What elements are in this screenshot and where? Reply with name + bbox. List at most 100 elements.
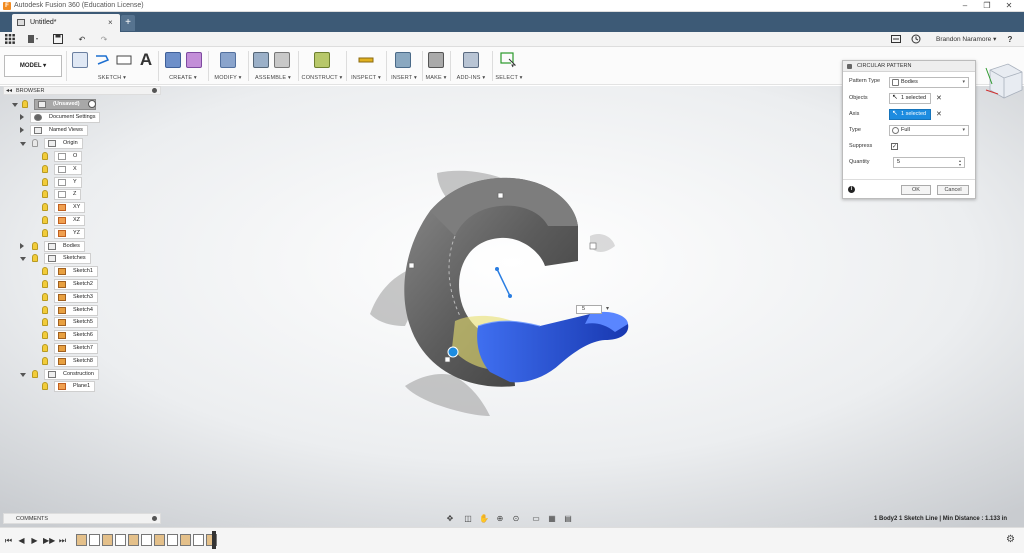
- z-axis-node[interactable]: Z: [54, 189, 82, 200]
- expand-icon[interactable]: [20, 127, 24, 133]
- browser-panel-header[interactable]: ◂◂ BROWSER: [3, 86, 161, 95]
- xz-plane-node[interactable]: XZ: [54, 215, 86, 226]
- visibility-bulb-icon[interactable]: [42, 293, 48, 301]
- cancel-button[interactable]: Cancel: [937, 185, 969, 195]
- info-icon[interactable]: i: [848, 186, 855, 193]
- quantity-stepper-icon[interactable]: ▴ ▾: [959, 159, 961, 167]
- visibility-bulb-icon[interactable]: [42, 357, 48, 365]
- tab-untitled[interactable]: Untitled* ×: [12, 14, 120, 32]
- marker-top[interactable]: [497, 192, 504, 199]
- 3d-print-icon[interactable]: [428, 52, 444, 68]
- close-window-button[interactable]: ✕: [998, 0, 1020, 12]
- visibility-bulb-icon[interactable]: [42, 152, 48, 160]
- inspect-group[interactable]: INSPECT ▾: [348, 47, 384, 85]
- comments-add-icon[interactable]: [152, 516, 157, 521]
- tree-origin-o[interactable]: O: [42, 151, 102, 162]
- press-pull-icon[interactable]: [220, 52, 236, 68]
- job-status-icon[interactable]: [890, 34, 902, 45]
- redo-button[interactable]: ↷: [98, 34, 110, 45]
- tree-sketch8[interactable]: Sketch8: [42, 356, 102, 367]
- look-at-icon[interactable]: ◫: [462, 513, 474, 524]
- visibility-bulb-icon[interactable]: [42, 318, 48, 326]
- tree-root[interactable]: (Unsaved): [12, 99, 102, 110]
- timeline-sweep-feature[interactable]: [193, 534, 204, 546]
- timeline-sketch-feature[interactable]: [102, 534, 113, 546]
- timeline-end-button[interactable]: ⏭: [58, 536, 67, 545]
- grid-menu-icon[interactable]: [4, 34, 16, 45]
- help-button[interactable]: ?: [1002, 34, 1018, 45]
- line-icon[interactable]: [94, 52, 110, 68]
- visibility-bulb-icon[interactable]: [32, 139, 38, 147]
- tree-sketch1[interactable]: Sketch1: [42, 266, 102, 277]
- tree-document-settings[interactable]: Document Settings: [20, 112, 110, 123]
- timeline-start-button[interactable]: ⏮: [4, 536, 13, 545]
- comments-panel-header[interactable]: COMMENTS: [3, 513, 161, 524]
- activate-radio-icon[interactable]: [88, 100, 96, 108]
- tree-sketch5[interactable]: Sketch5: [42, 317, 102, 328]
- visibility-bulb-icon[interactable]: [42, 306, 48, 314]
- rotate-handle-icon[interactable]: [447, 346, 459, 358]
- root-component[interactable]: (Unsaved): [34, 99, 96, 110]
- measure-icon[interactable]: [358, 52, 374, 68]
- visibility-bulb-icon[interactable]: [42, 280, 48, 288]
- tree-sketch3[interactable]: Sketch3: [42, 292, 102, 303]
- collapse-browser-icon[interactable]: ◂◂: [6, 87, 12, 94]
- timeline-sketch-feature[interactable]: [76, 534, 87, 546]
- pan-icon[interactable]: ✋: [478, 513, 490, 524]
- clear-objects-icon[interactable]: ✕: [936, 94, 942, 102]
- timeline-marker[interactable]: [212, 531, 216, 549]
- tree-plane-xz[interactable]: XZ: [42, 215, 102, 226]
- tree-sketch7[interactable]: Sketch7: [42, 343, 102, 354]
- expand-icon[interactable]: [12, 103, 18, 107]
- orbit-icon[interactable]: ✥: [444, 513, 456, 524]
- origin-node[interactable]: Origin: [44, 138, 83, 149]
- tree-plane-xy[interactable]: XY: [42, 202, 102, 213]
- tree-origin[interactable]: Origin: [20, 138, 110, 149]
- expand-icon[interactable]: [20, 257, 26, 261]
- objects-selector[interactable]: ↖ 1 selected: [889, 93, 931, 104]
- tree-construction[interactable]: Construction: [20, 369, 110, 380]
- timeline-sketch-feature[interactable]: [180, 534, 191, 546]
- visibility-bulb-icon[interactable]: [32, 242, 38, 250]
- sketch3-node[interactable]: Sketch3: [54, 292, 98, 303]
- marker-left[interactable]: [408, 262, 415, 269]
- marker-right[interactable]: [589, 242, 597, 250]
- x-axis-node[interactable]: X: [54, 164, 82, 175]
- workspace-switcher[interactable]: MODEL ▾: [4, 55, 62, 77]
- tree-bodies[interactable]: Bodies: [20, 241, 110, 252]
- sketch-group[interactable]: A SKETCH ▾: [68, 47, 156, 85]
- expand-icon[interactable]: [20, 373, 26, 377]
- browser-pin-icon[interactable]: [152, 88, 157, 93]
- xy-plane-node[interactable]: XY: [54, 202, 86, 213]
- timeline-extrude-feature[interactable]: [89, 534, 100, 546]
- sketch8-node[interactable]: Sketch8: [54, 356, 98, 367]
- visibility-bulb-icon[interactable]: [42, 165, 48, 173]
- viewports-icon[interactable]: ▤: [562, 513, 574, 524]
- tree-plane1[interactable]: Plane1: [42, 381, 102, 392]
- dialog-header[interactable]: CIRCULAR PATTERN: [843, 61, 975, 72]
- visibility-bulb-icon[interactable]: [42, 344, 48, 352]
- yz-plane-node[interactable]: YZ: [54, 228, 86, 239]
- modify-group[interactable]: MODIFY ▾: [210, 47, 246, 85]
- tree-sketches[interactable]: Sketches: [20, 253, 110, 264]
- visibility-bulb-icon[interactable]: [42, 178, 48, 186]
- history-clock-icon[interactable]: [910, 34, 922, 45]
- visibility-bulb-icon[interactable]: [42, 216, 48, 224]
- expand-icon[interactable]: [20, 243, 24, 249]
- canvas-quantity-input[interactable]: 5: [576, 305, 602, 314]
- sketch6-node[interactable]: Sketch6: [54, 330, 98, 341]
- assemble-group[interactable]: ASSEMBLE ▾: [250, 47, 296, 85]
- sketch2-node[interactable]: Sketch2: [54, 279, 98, 290]
- axis-selector[interactable]: ↖ 1 selected: [889, 109, 931, 120]
- ok-button[interactable]: OK: [901, 185, 931, 195]
- visibility-bulb-icon[interactable]: [32, 370, 38, 378]
- construct-group[interactable]: CONSTRUCT ▾: [300, 47, 344, 85]
- pattern-type-select[interactable]: Bodies ▾: [889, 77, 969, 88]
- marker-bottom[interactable]: [444, 356, 451, 363]
- sketch4-node[interactable]: Sketch4: [54, 305, 98, 316]
- zoom-icon[interactable]: ⊕: [494, 513, 506, 524]
- save-icon[interactable]: [52, 34, 64, 45]
- sketch7-node[interactable]: Sketch7: [54, 343, 98, 354]
- clear-axis-icon[interactable]: ✕: [936, 110, 942, 118]
- sketches-node[interactable]: Sketches: [44, 253, 91, 264]
